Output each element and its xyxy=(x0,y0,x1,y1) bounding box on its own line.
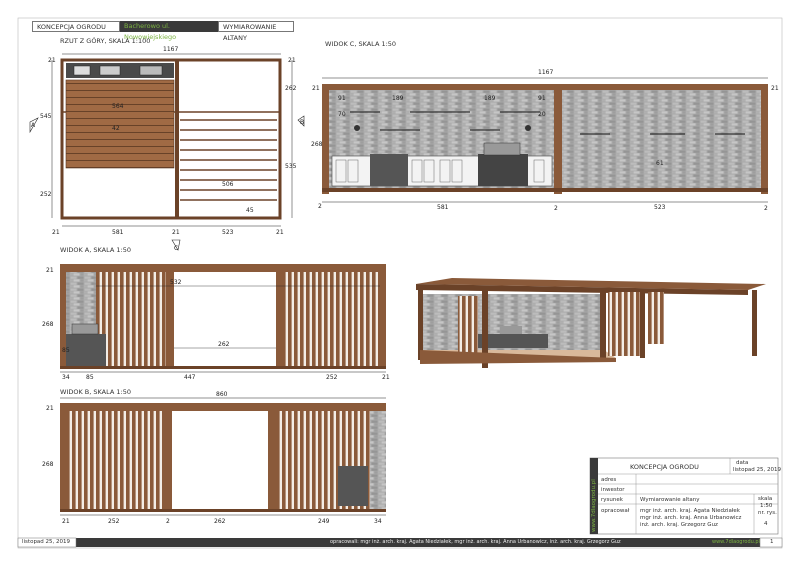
plan-dim-21e: 21 xyxy=(276,229,284,236)
title-block: www.7dlaogrodu.pl KONCEPCJA OGRODU data … xyxy=(589,457,782,535)
title-block-author-3: inż. arch. kraj. Grzegorz Guz xyxy=(640,522,718,528)
view-c-dim-21a: 21 xyxy=(312,85,320,92)
view-a-dim-252: 252 xyxy=(326,374,338,381)
view-a: WIDOK A, SKALA 1:50 21 532 268 85 262 34… xyxy=(42,246,390,381)
view-c-dim-2c: 2 xyxy=(764,205,768,212)
title-block-date-label: data xyxy=(736,460,748,466)
plan-title: RZUT Z GÓRY, SKALA 1:100 xyxy=(60,36,150,45)
plan-dim-545: 545 xyxy=(40,113,52,120)
plan-dim-21c: 21 xyxy=(52,229,60,236)
drawing-canvas: RZUT Z GÓRY, SKALA 1:100 1167 21 21 262 … xyxy=(17,17,783,549)
section-mark-b: B xyxy=(300,119,304,126)
plan-dim-523: 523 xyxy=(222,229,234,236)
view-c-dim-91a: 91 xyxy=(338,95,346,102)
plan-dim-21d: 21 xyxy=(172,229,180,236)
plan-dim-564: 564 xyxy=(112,103,124,110)
title-block-author-1: mgr inż. arch. kraj. Agata Niedziałek xyxy=(640,508,741,514)
view-c-title: WIDOK C, SKALA 1:50 xyxy=(325,40,396,48)
view-b-dim-268: 268 xyxy=(42,461,54,468)
view-a-dim-85a: 85 xyxy=(62,347,70,354)
view-c-dim-268: 268 xyxy=(311,141,323,148)
title-block-date: listopad 25, 2019 xyxy=(733,467,782,473)
view-a-dim-532: 532 xyxy=(170,279,182,286)
title-block-investor-label: inwestor xyxy=(601,487,625,493)
view-c-dim-70: 70 xyxy=(338,111,346,118)
view-c-dim-189a: 189 xyxy=(392,95,404,102)
view-b-dim-249: 249 xyxy=(318,518,330,525)
footer-page: 1 xyxy=(770,539,774,545)
plan-dim-45: 45 xyxy=(246,207,254,214)
plan-dim-506: 506 xyxy=(222,181,234,188)
view-b-dim-overall: 860 xyxy=(216,391,228,398)
view-a-dim-268: 268 xyxy=(42,321,54,328)
view-a-title: WIDOK A, SKALA 1:50 xyxy=(60,246,131,254)
title-block-sheet-label: nr. rys. xyxy=(758,510,777,516)
title-block-sheet-no: 4 xyxy=(764,521,768,527)
plan-dim-252: 252 xyxy=(40,191,52,198)
view-c-dim-523: 523 xyxy=(654,204,666,211)
plan-dim-535: 535 xyxy=(285,163,297,170)
view-b-dim-2: 2 xyxy=(166,518,170,525)
title-block-address-label: adres xyxy=(601,477,616,483)
plan-dim-262: 262 xyxy=(285,85,297,92)
section-mark-c: C xyxy=(174,245,178,252)
drawing-sheet: KONCEPCJA OGRODU Bacherowo ul. Nowowiejs… xyxy=(0,0,800,566)
title-block-project: KONCEPCJA OGRODU xyxy=(630,463,699,471)
plan-view: RZUT Z GÓRY, SKALA 1:100 1167 21 21 262 … xyxy=(29,36,305,252)
footer-credits: opracowali: mgr inż. arch. kraj. Agata N… xyxy=(330,539,621,545)
view-c: WIDOK C, SKALA 1:50 1167 21 21 91 189 18… xyxy=(311,40,779,212)
view-a-dim-21b: 21 xyxy=(382,374,390,381)
view-c-dim-581: 581 xyxy=(437,204,449,211)
view-c-dim-2b: 2 xyxy=(554,205,558,212)
plan-dim-581: 581 xyxy=(112,229,124,236)
view-b-title: WIDOK B, SKALA 1:50 xyxy=(60,388,131,396)
view-b-dim-262: 262 xyxy=(214,518,226,525)
title-block-scale-label: skala xyxy=(758,496,772,502)
title-block-drawing-label: rysunek xyxy=(601,497,624,503)
perspective-render xyxy=(416,278,766,368)
view-b: WIDOK B, SKALA 1:50 860 21 268 21 252 26… xyxy=(42,388,386,525)
plan-dim-overall: 1167 xyxy=(163,46,178,53)
view-a-dim-21: 21 xyxy=(46,267,54,274)
footer-website[interactable]: www.7dlaogrodu.pl xyxy=(712,538,760,547)
footer-date: listopad 25, 2019 xyxy=(22,539,71,545)
title-block-author-label: opracował xyxy=(601,508,630,514)
view-c-dim-91b: 91 xyxy=(538,95,546,102)
view-b-dim-252: 252 xyxy=(108,518,120,525)
view-c-dim-overall: 1167 xyxy=(538,69,553,76)
view-a-dim-85b: 85 xyxy=(86,374,94,381)
view-b-dim-21b: 21 xyxy=(62,518,70,525)
view-c-dim-21b: 21 xyxy=(771,85,779,92)
plan-dim-42: 42 xyxy=(112,125,120,132)
view-a-dim-262: 262 xyxy=(218,341,230,348)
view-b-dim-34: 34 xyxy=(374,518,382,525)
view-a-dim-447: 447 xyxy=(184,374,196,381)
view-c-dim-2a: 2 xyxy=(318,203,322,210)
title-block-drawing: Wymiarowanie altany xyxy=(640,497,700,503)
view-a-dim-34: 34 xyxy=(62,374,70,381)
view-c-dim-20: 20 xyxy=(538,111,546,118)
view-c-dim-189b: 189 xyxy=(484,95,496,102)
view-b-dim-21: 21 xyxy=(46,405,54,412)
title-block-logo: www.7dlaogrodu.pl xyxy=(591,479,597,532)
view-c-dim-61: 61 xyxy=(656,160,664,167)
title-block-author-2: mgr inż. arch. kraj. Anna Urbanowicz xyxy=(640,515,742,521)
title-block-scale: 1:50 xyxy=(760,503,773,509)
